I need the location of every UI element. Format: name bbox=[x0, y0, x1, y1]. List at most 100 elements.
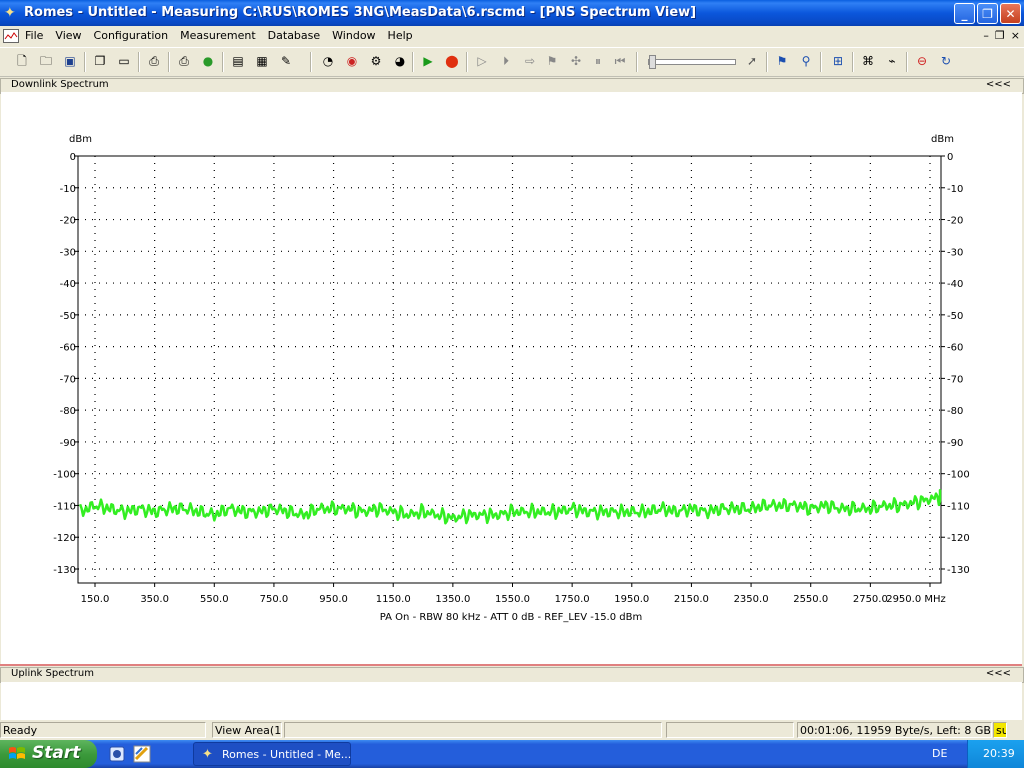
document-icon[interactable] bbox=[3, 29, 19, 43]
uplink-collapse-button[interactable]: <<< bbox=[986, 668, 1011, 679]
paste-icon[interactable]: ▭ bbox=[116, 53, 132, 69]
y-tick-label-left: -20 bbox=[60, 216, 76, 227]
downlink-title: Downlink Spectrum bbox=[11, 79, 109, 90]
y-tick-label-right: 0 bbox=[947, 152, 953, 163]
replay-position-slider[interactable] bbox=[648, 55, 736, 69]
panel-separator[interactable] bbox=[0, 664, 1022, 666]
y-tick-label-left: -90 bbox=[60, 438, 76, 449]
mdi-restore-button[interactable]: ❐ bbox=[995, 29, 1005, 42]
clock[interactable]: 20:39 bbox=[983, 747, 1015, 760]
downlink-collapse-button[interactable]: <<< bbox=[986, 79, 1011, 90]
print-icon[interactable]: ⎙ bbox=[176, 53, 192, 69]
uplink-panel-header: Uplink Spectrum <<< bbox=[0, 667, 1024, 683]
record-stop-icon[interactable]: ⊖ bbox=[914, 53, 930, 69]
tool-icon[interactable]: ✣ bbox=[568, 53, 584, 69]
downlink-spectrum-chart[interactable]: 0 -10 -20 -30 -40 -50 -60 -70 -80 -90 -100 -110 -120… bbox=[1, 92, 1022, 664]
help-icon[interactable]: ● bbox=[200, 53, 216, 69]
mdi-minimize-button[interactable]: – bbox=[983, 29, 989, 42]
status-view-area: View Area(1) bbox=[212, 722, 282, 738]
y-tick-label-right: -10 bbox=[947, 184, 963, 195]
status-progress bbox=[284, 722, 662, 738]
mdi-close-button[interactable]: × bbox=[1011, 29, 1020, 42]
flag-icon[interactable]: ⚑ bbox=[544, 53, 560, 69]
y-tick-label-right: -20 bbox=[947, 216, 963, 227]
romes-task-icon: ✦ bbox=[202, 747, 213, 762]
x-tick-label: 2350.0 bbox=[734, 594, 769, 605]
play-icon[interactable]: ▶ bbox=[420, 53, 436, 69]
replay-icon[interactable]: ▷ bbox=[474, 53, 490, 69]
taskbar: Start ✦ Romes - Untitled - Me... DE 20:3… bbox=[0, 740, 1024, 768]
taskbar-romes-label: Romes - Untitled - Me... bbox=[222, 748, 352, 761]
x-tick-label: 350.0 bbox=[140, 594, 169, 605]
x-tick-label: 1350.0 bbox=[435, 594, 470, 605]
y-tick-label-right: -90 bbox=[947, 438, 963, 449]
status-su-indicator: su bbox=[993, 722, 1007, 738]
y-tick-label-left: -40 bbox=[60, 279, 76, 290]
forward-icon[interactable]: ⇨ bbox=[522, 53, 538, 69]
menu-item-view[interactable]: View bbox=[55, 29, 87, 42]
connect-icon[interactable]: ⌘ bbox=[860, 53, 876, 69]
close-button[interactable]: ✕ bbox=[1000, 3, 1021, 24]
y-tick-label-right: -70 bbox=[947, 374, 963, 385]
y-tick-label-left: -110 bbox=[53, 501, 76, 512]
settings-gear-icon[interactable]: ⚙ bbox=[368, 53, 384, 69]
status-stats: 00:01:06, 11959 Byte/s, Left: 8 GB bbox=[797, 722, 992, 738]
marker-flag-icon[interactable]: ⚑ bbox=[774, 53, 790, 69]
open-icon[interactable]: 🗀 bbox=[38, 53, 54, 69]
y-tick-label-left: -120 bbox=[53, 533, 76, 544]
x-tick-label: 950.0 bbox=[319, 594, 348, 605]
title-bar[interactable]: ✦ Romes - Untitled - Measuring C:\RUS\RO… bbox=[0, 0, 1024, 26]
romes-app-icon[interactable]: ✦ bbox=[4, 5, 20, 21]
system-tray: 20:39 bbox=[967, 740, 1024, 768]
x-tick-label: 550.0 bbox=[200, 594, 229, 605]
pause-icon[interactable]: ⏸ bbox=[590, 53, 606, 69]
series-trace-0 bbox=[78, 489, 942, 525]
properties-icon[interactable]: ▤ bbox=[230, 53, 246, 69]
language-indicator[interactable]: DE bbox=[932, 747, 947, 760]
y-tick-label-right: -60 bbox=[947, 343, 963, 354]
x-tick-label: 1950.0 bbox=[614, 594, 649, 605]
menu-item-window[interactable]: Window bbox=[332, 29, 381, 42]
y-tick-label-left: -10 bbox=[60, 184, 76, 195]
window-title: Romes - Untitled - Measuring C:\RUS\ROME… bbox=[24, 5, 697, 20]
menu-item-configuration[interactable]: Configuration bbox=[94, 29, 175, 42]
x-tick-label: 1550.0 bbox=[495, 594, 530, 605]
y-tick-label-right: -100 bbox=[947, 470, 970, 481]
quicklaunch-app-icon[interactable] bbox=[108, 745, 126, 763]
uplink-title: Uplink Spectrum bbox=[11, 668, 94, 679]
start-button[interactable]: Start bbox=[0, 740, 97, 768]
minimize-button[interactable]: _ bbox=[954, 3, 975, 24]
uplink-spectrum-chart[interactable] bbox=[1, 682, 1022, 720]
record-icon[interactable]: ◉ bbox=[344, 53, 360, 69]
export-icon[interactable]: ⎙ bbox=[146, 53, 162, 69]
disconnect-icon[interactable]: ⌁ bbox=[884, 53, 900, 69]
stop-icon[interactable]: ⬤ bbox=[444, 53, 460, 69]
quicklaunch-romes-icon[interactable] bbox=[133, 745, 151, 763]
refresh-icon[interactable]: ↻ bbox=[938, 53, 954, 69]
y-tick-label-left: -80 bbox=[60, 406, 76, 417]
speedometer-icon[interactable]: ◕ bbox=[392, 53, 408, 69]
new-icon[interactable]: 🗋 bbox=[14, 53, 30, 69]
edit-icon[interactable]: ✎ bbox=[278, 53, 294, 69]
menu-item-help[interactable]: Help bbox=[388, 29, 419, 42]
save-icon[interactable]: ▣ bbox=[62, 53, 78, 69]
taskbar-romes-button[interactable]: ✦ Romes - Untitled - Me... bbox=[193, 742, 351, 766]
y-tick-label-right: -40 bbox=[947, 279, 963, 290]
x-tick-label: 1150.0 bbox=[376, 594, 411, 605]
rewind-icon[interactable]: ⏮ bbox=[612, 53, 628, 69]
spectrum-chart-svg: 0-10-20-30-40-50-60-70-80-90-100-110-120… bbox=[53, 134, 970, 623]
y-tick-label-left: -70 bbox=[60, 374, 76, 385]
network-icon[interactable]: ⊞ bbox=[830, 53, 846, 69]
menu-item-file[interactable]: File bbox=[25, 29, 49, 42]
search-icon[interactable]: ⚲ bbox=[798, 53, 814, 69]
menu-item-measurement[interactable]: Measurement bbox=[180, 29, 262, 42]
step-forward-icon[interactable]: ⏵ bbox=[498, 53, 514, 69]
y-tick-label-right: -30 bbox=[947, 247, 963, 258]
pointer-icon[interactable]: ➚ bbox=[744, 53, 760, 69]
copy-icon[interactable]: ❐ bbox=[92, 53, 108, 69]
maximize-button[interactable]: ❐ bbox=[977, 3, 998, 24]
report-icon[interactable]: ▦ bbox=[254, 53, 270, 69]
menu-item-database[interactable]: Database bbox=[268, 29, 327, 42]
gauge-icon[interactable]: ◔ bbox=[320, 53, 336, 69]
y-tick-label-left: -60 bbox=[60, 343, 76, 354]
